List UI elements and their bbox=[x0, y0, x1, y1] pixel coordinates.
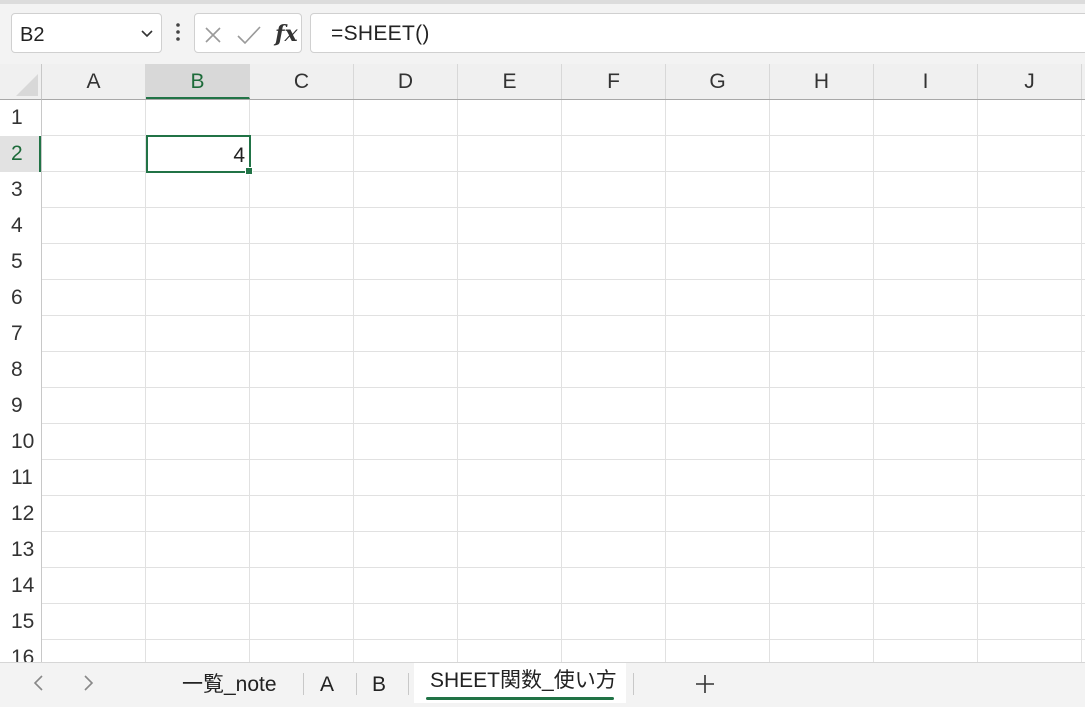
check-icon[interactable] bbox=[236, 25, 262, 45]
column-header[interactable]: C bbox=[250, 64, 354, 99]
cell-area[interactable]: 4 bbox=[42, 100, 1085, 662]
row-header[interactable]: 9 bbox=[0, 388, 41, 424]
column-header[interactable]: I bbox=[874, 64, 978, 99]
ribbon-edge bbox=[0, 0, 1085, 4]
formula-input[interactable]: =SHEET() bbox=[310, 13, 1085, 53]
column-header[interactable]: H bbox=[770, 64, 874, 99]
column-header[interactable]: J bbox=[978, 64, 1082, 99]
select-all-corner[interactable] bbox=[0, 64, 42, 100]
row-header[interactable]: 11 bbox=[0, 460, 41, 496]
row-header[interactable]: 6 bbox=[0, 280, 41, 316]
name-box-value: B2 bbox=[20, 24, 45, 46]
row-header[interactable]: 16 bbox=[0, 640, 41, 662]
plus-icon[interactable] bbox=[694, 673, 716, 695]
sheet-tab-bar: 一覧_note A B SHEET関数_使い方 bbox=[0, 662, 1085, 703]
row-headers: 1 2 3 4 5 6 7 8 9 10 11 12 13 14 15 16 bbox=[0, 100, 42, 662]
sheet-tab[interactable]: A bbox=[320, 663, 334, 703]
sheet-tab[interactable]: B bbox=[372, 663, 386, 703]
column-header[interactable]: E bbox=[458, 64, 562, 99]
fx-icon[interactable]: fx bbox=[275, 21, 298, 47]
vertical-dots-icon[interactable] bbox=[172, 22, 184, 44]
column-header[interactable]: D bbox=[354, 64, 458, 99]
row-header[interactable]: 15 bbox=[0, 604, 41, 640]
column-headers: A B C D E F G H I J bbox=[42, 64, 1085, 100]
column-header[interactable]: A bbox=[42, 64, 146, 99]
column-header[interactable]: G bbox=[666, 64, 770, 99]
sheet-tab-active[interactable]: SHEET関数_使い方 bbox=[414, 663, 626, 703]
formula-text: =SHEET() bbox=[331, 22, 430, 45]
row-header[interactable]: 4 bbox=[0, 208, 41, 244]
sheet-tab[interactable]: 一覧_note bbox=[182, 663, 277, 703]
fill-handle[interactable] bbox=[245, 167, 253, 175]
chevron-left-icon[interactable] bbox=[32, 674, 46, 692]
row-header[interactable]: 13 bbox=[0, 532, 41, 568]
formula-actions: fx bbox=[194, 13, 302, 53]
chevron-right-icon[interactable] bbox=[81, 674, 95, 692]
row-header[interactable]: 3 bbox=[0, 172, 41, 208]
row-header[interactable]: 12 bbox=[0, 496, 41, 532]
row-header[interactable]: 8 bbox=[0, 352, 41, 388]
row-header[interactable]: 5 bbox=[0, 244, 41, 280]
row-header[interactable]: 14 bbox=[0, 568, 41, 604]
column-header[interactable]: F bbox=[562, 64, 666, 99]
row-header[interactable]: 7 bbox=[0, 316, 41, 352]
row-header[interactable]: 1 bbox=[0, 100, 41, 136]
spreadsheet-grid: A B C D E F G H I J 1 2 3 4 5 6 7 8 9 10… bbox=[0, 64, 1085, 662]
close-icon[interactable] bbox=[203, 25, 223, 45]
active-cell-b2[interactable]: 4 bbox=[146, 135, 253, 175]
column-header[interactable]: B bbox=[146, 64, 250, 99]
row-header[interactable]: 10 bbox=[0, 424, 41, 460]
active-tab-indicator bbox=[426, 697, 614, 700]
chevron-down-icon[interactable] bbox=[139, 25, 155, 41]
cell-value: 4 bbox=[233, 144, 245, 167]
row-header[interactable]: 2 bbox=[0, 136, 41, 172]
name-box[interactable]: B2 bbox=[11, 13, 162, 53]
formula-bar-area: B2 fx =SHEET() bbox=[0, 0, 1085, 64]
